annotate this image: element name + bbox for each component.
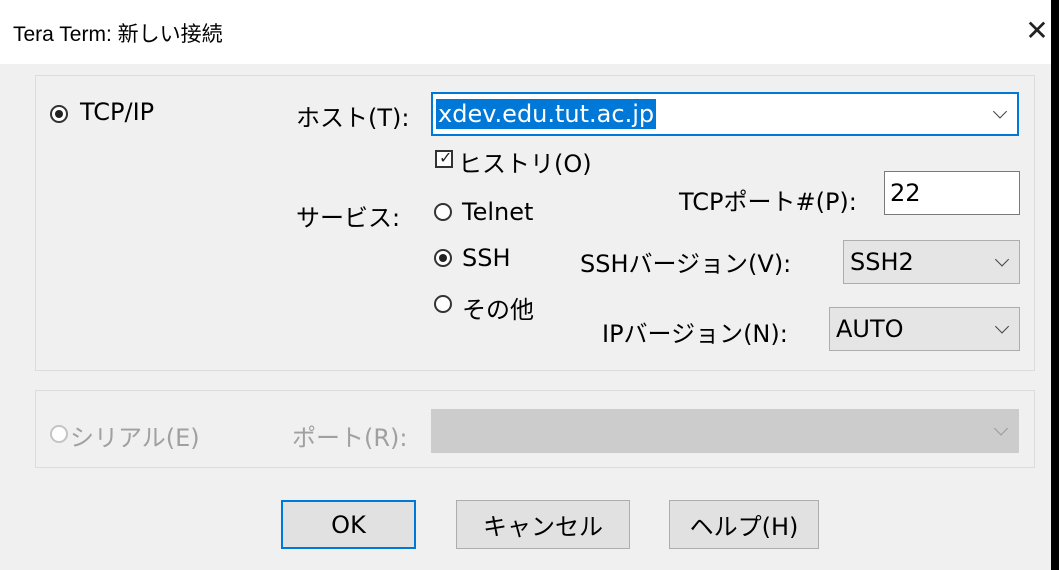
host-input[interactable]: xdev.edu.tut.ac.jp xyxy=(436,99,657,129)
ip-version-select[interactable]: AUTO xyxy=(829,307,1020,351)
chevron-down-icon[interactable] xyxy=(994,252,1010,267)
tcpip-radio-label[interactable]: TCP/IP xyxy=(80,98,154,126)
ssh-version-value: SSH2 xyxy=(850,248,914,276)
service-ssh-label[interactable]: SSH xyxy=(462,244,511,272)
tcp-port-label: TCPポート#(P): xyxy=(679,188,857,216)
chevron-down-icon[interactable] xyxy=(992,104,1008,119)
service-label: サービス: xyxy=(296,204,401,232)
port-label: ポート(R): xyxy=(292,424,408,452)
help-button[interactable]: ヘルプ(H) xyxy=(669,500,819,549)
ok-button[interactable]: OK xyxy=(281,500,416,549)
history-label[interactable]: ヒストリ(O) xyxy=(458,144,592,179)
window-title: Tera Term: 新しい接続 xyxy=(13,23,223,46)
service-ssh-radio[interactable] xyxy=(434,249,452,267)
ip-version-label: IPバージョン(N): xyxy=(602,320,788,348)
checkmark-icon: ✓ xyxy=(439,148,453,167)
service-other-radio[interactable] xyxy=(434,295,452,313)
cancel-button[interactable]: キャンセル xyxy=(456,500,630,549)
host-combo[interactable]: xdev.edu.tut.ac.jp xyxy=(431,92,1019,136)
ip-version-value: AUTO xyxy=(836,315,904,343)
service-telnet-label[interactable]: Telnet xyxy=(462,198,533,226)
close-icon[interactable]: ✕ xyxy=(1020,14,1054,48)
chevron-down-icon[interactable] xyxy=(993,421,1009,436)
service-telnet-radio[interactable] xyxy=(434,203,452,221)
tcp-port-value: 22 xyxy=(890,179,921,207)
history-checkbox[interactable]: ✓ xyxy=(435,148,453,168)
serial-radio-label[interactable]: シリアル(E) xyxy=(70,418,200,453)
window-edge xyxy=(1051,0,1059,570)
service-other-label[interactable]: その他 xyxy=(462,290,534,325)
tcp-port-input[interactable]: 22 xyxy=(884,171,1020,215)
ssh-version-select[interactable]: SSH2 xyxy=(843,240,1020,284)
tcpip-radio[interactable] xyxy=(50,105,68,123)
ssh-version-label: SSHバージョン(V): xyxy=(580,250,792,278)
serial-radio[interactable] xyxy=(50,425,68,443)
serial-port-select[interactable] xyxy=(431,409,1019,453)
host-label: ホスト(T): xyxy=(296,104,410,132)
chevron-down-icon[interactable] xyxy=(994,319,1010,334)
